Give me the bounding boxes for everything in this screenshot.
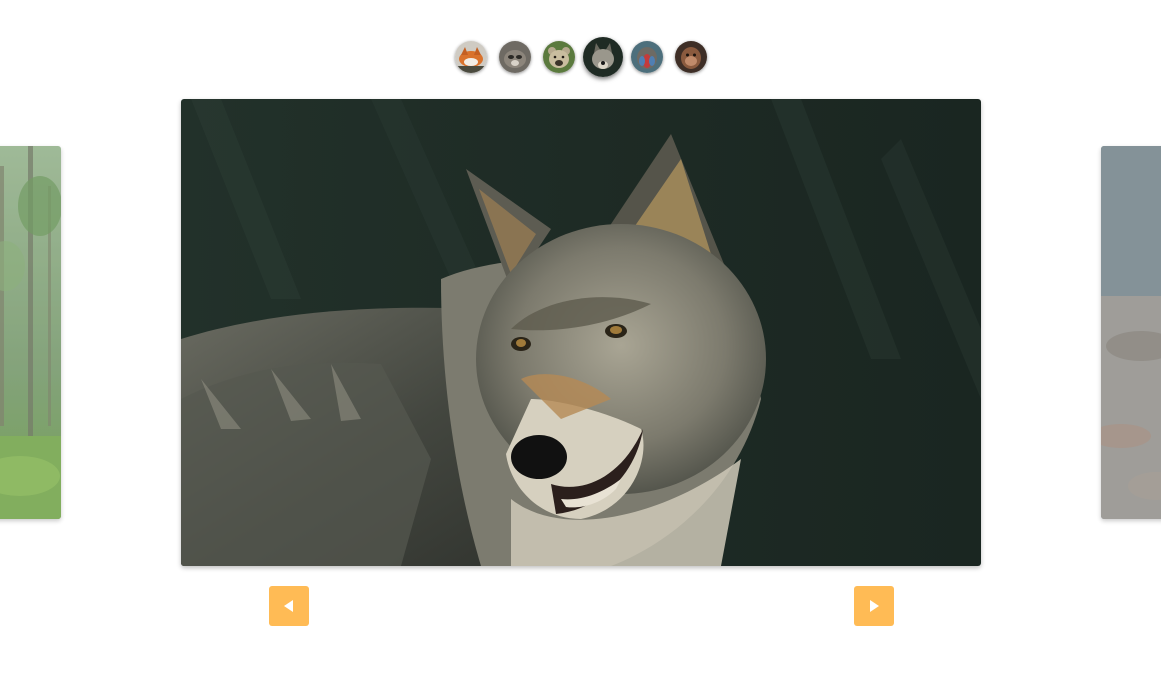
thumbnail-raccoon[interactable] xyxy=(499,41,531,73)
current-slide-wolf xyxy=(181,99,981,566)
thumbnail-wolf[interactable] xyxy=(583,37,623,77)
previous-slide-preview[interactable] xyxy=(0,146,61,519)
thumbnail-fox[interactable] xyxy=(455,41,487,73)
thumbnail-mandrill[interactable] xyxy=(631,41,663,73)
previous-button[interactable] xyxy=(269,586,309,626)
next-button[interactable] xyxy=(854,586,894,626)
triangle-right-icon xyxy=(870,600,879,612)
triangle-left-icon xyxy=(284,600,293,612)
thumbnail-bear[interactable] xyxy=(543,41,575,73)
next-slide-preview[interactable] xyxy=(1101,146,1161,519)
thumbnail-strip xyxy=(0,0,1161,90)
thumbnail-monkey[interactable] xyxy=(675,41,707,73)
